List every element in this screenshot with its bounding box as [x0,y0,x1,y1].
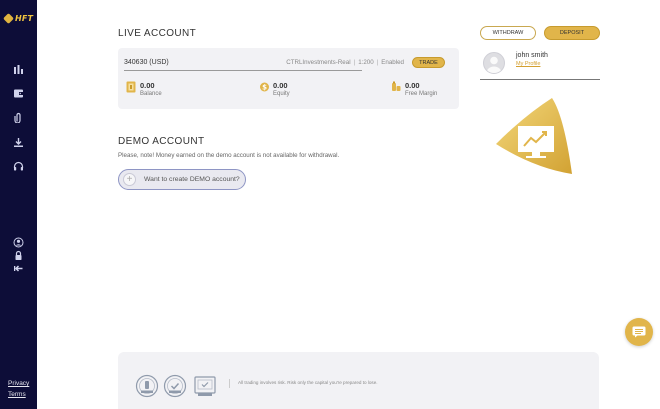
equity-icon: $ [259,81,269,93]
deposit-button[interactable]: DEPOSIT [544,26,600,40]
account-row: 340630 (USD) CTRLInvestments-Real | 1:20… [124,56,445,69]
lock-icon[interactable] [13,250,24,261]
secured-badge-icon [193,374,217,398]
trusted-badge-icon [163,374,187,398]
balance-label: Balance [140,91,162,97]
account-server: CTRLInvestments-Real [286,59,351,66]
logo[interactable]: HFT [3,13,34,24]
user-icon[interactable] [13,237,24,248]
download-icon[interactable] [13,137,24,148]
free-margin-label: Free Margin [405,91,438,97]
balance-icon [126,81,136,93]
my-profile-link[interactable]: My Profile [516,61,540,67]
account-id: 340630 (USD) [124,59,169,66]
svg-text:$: $ [262,84,267,92]
chat-button[interactable] [625,318,653,346]
account-divider [124,70,362,71]
withdraw-button[interactable]: WITHDRAW [480,26,536,40]
logo-mark-icon [3,13,14,24]
attachment-icon[interactable] [13,112,24,123]
avatar[interactable] [483,52,505,74]
user-divider [480,79,600,80]
demo-note: Please, note! Money earned on the demo a… [118,152,340,159]
logo-text: HFT [15,14,34,23]
demo-account-title: DEMO ACCOUNT [118,136,205,147]
footer: All trading involves risk. Risk only the… [118,352,599,409]
trading-chart-illustration [494,96,576,176]
account-meta: CTRLInvestments-Real | 1:200 | Enabled T… [286,57,445,68]
sidebar: HFT Privacy Terms [0,0,37,409]
meta-separator: | [353,59,356,66]
free-margin-stat: 0.00 Free Margin [391,81,437,99]
coins-icon [391,81,401,93]
live-account-card: 340630 (USD) CTRLInvestments-Real | 1:20… [118,48,459,109]
live-account-title: LIVE ACCOUNT [118,28,197,39]
wallet-icon[interactable] [13,88,24,99]
terms-link[interactable]: Terms [8,391,26,398]
meta-separator: | [376,59,379,66]
privacy-link[interactable]: Privacy [8,380,29,387]
create-demo-account-button[interactable]: + Want to create DEMO account? [118,169,246,190]
account-leverage: 1:200 [358,59,374,66]
equity-value: 0.00 [273,81,288,90]
easy-to-use-badge-icon [135,374,159,398]
equity-stat: $ 0.00 Equity [259,81,290,99]
bar-chart-icon[interactable] [13,64,24,75]
headset-icon[interactable] [13,161,24,172]
logout-icon[interactable] [13,263,24,274]
balance-stat: 0.00 Balance [126,81,162,99]
risk-disclaimer: All trading involves risk. Risk only the… [238,380,378,385]
account-status: Enabled [381,59,404,66]
equity-label: Equity [273,91,290,97]
user-name: john smith [516,52,548,59]
footer-separator [229,379,230,388]
balance-value: 0.00 [140,81,155,90]
plus-icon: + [123,173,136,186]
free-margin-value: 0.00 [405,81,420,90]
chat-icon [632,326,646,338]
create-demo-label: Want to create DEMO account? [144,176,240,183]
trade-button[interactable]: TRADE [412,57,445,68]
